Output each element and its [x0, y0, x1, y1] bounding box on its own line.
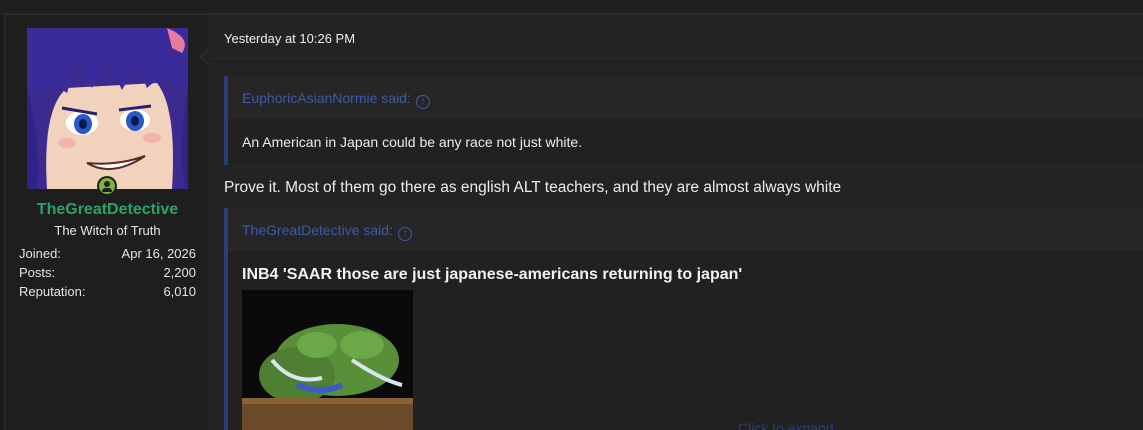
- arrow-up-circle-icon[interactable]: ↑: [397, 227, 412, 241]
- stat-label: Joined:: [19, 246, 61, 261]
- stat-value: 6,010: [163, 284, 196, 299]
- quote-block: TheGreatDetective said: ↑ INB4 'SAAR thos…: [224, 208, 1143, 430]
- stat-posts: Posts: 2,200: [19, 265, 196, 284]
- user-title: The Witch of Truth: [54, 223, 161, 238]
- quote-text: An American in Japan could be any race n…: [228, 120, 1143, 164]
- stat-label: Reputation:: [19, 284, 86, 299]
- divider: [210, 58, 1143, 59]
- avatar[interactable]: [27, 28, 188, 189]
- reply-text: Prove it. Most of them go there as engli…: [224, 179, 842, 196]
- stat-reputation: Reputation: 6,010: [19, 284, 196, 303]
- online-user-icon: [97, 176, 117, 196]
- quote-body: INB4 'SAAR those are just japanese-ameri…: [228, 252, 1143, 430]
- quote-author[interactable]: TheGreatDetective said:: [242, 222, 393, 238]
- user-stats: Joined: Apr 16, 2026 Posts: 2,200 Reputa…: [19, 246, 196, 303]
- quote-block: EuphoricAsianNormie said: ↑ An American i…: [224, 76, 1143, 165]
- top-bar: [0, 0, 1143, 14]
- quote-text: INB4 'SAAR those are just japanese-ameri…: [242, 266, 743, 283]
- stat-joined: Joined: Apr 16, 2026: [19, 246, 196, 265]
- username[interactable]: TheGreatDetective: [5, 201, 210, 219]
- user-pane: TheGreatDetective The Witch of Truth Joi…: [5, 15, 210, 430]
- arrow-up-circle-icon[interactable]: ↑: [415, 95, 430, 109]
- quote-author[interactable]: EuphoricAsianNormie said:: [242, 90, 411, 106]
- stat-value: 2,200: [163, 265, 196, 280]
- quote-header: EuphoricAsianNormie said: ↑: [228, 76, 1143, 120]
- click-to-expand-link[interactable]: Click to expand...: [738, 420, 845, 430]
- post-content: Yesterday at 10:26 PM EuphoricAsianNormi…: [210, 15, 1143, 430]
- post-timestamp[interactable]: Yesterday at 10:26 PM: [224, 31, 355, 46]
- stat-value: Apr 16, 2026: [121, 246, 196, 261]
- forum-post: TheGreatDetective The Witch of Truth Joi…: [4, 14, 1143, 430]
- embedded-image[interactable]: [242, 290, 413, 430]
- stat-label: Posts:: [19, 265, 56, 280]
- quote-header: TheGreatDetective said: ↑: [228, 208, 1143, 252]
